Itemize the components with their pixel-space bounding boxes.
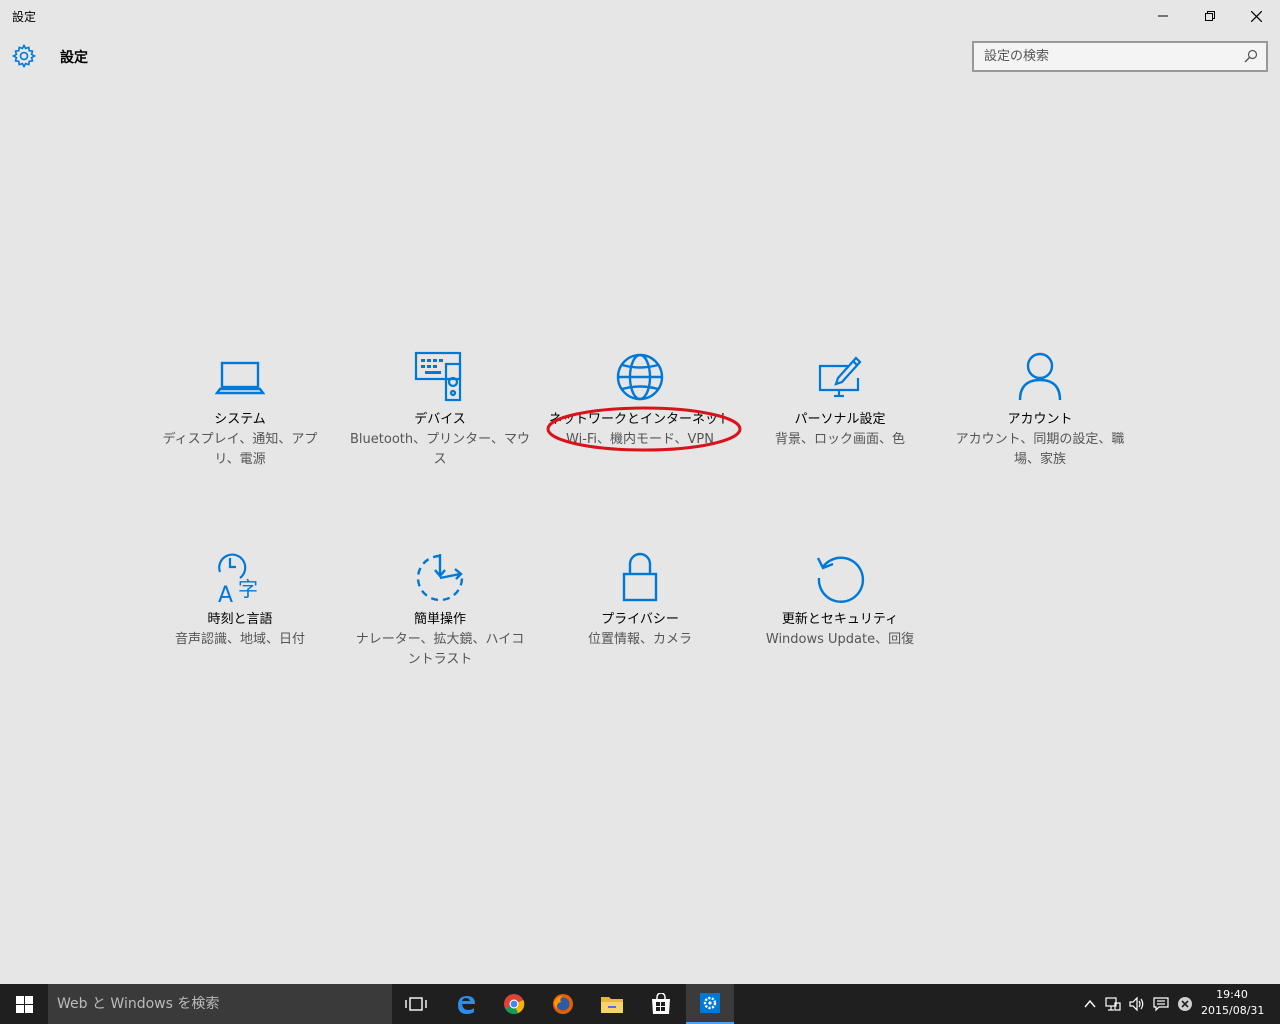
lock-icon bbox=[612, 550, 668, 606]
tile-desc: ナレーター、拡大鏡、ハイコントラスト bbox=[355, 632, 525, 667]
task-view-button[interactable] bbox=[392, 984, 440, 1024]
tile-name: システム bbox=[214, 412, 266, 427]
tile-desc: Windows Update、回復 bbox=[765, 632, 915, 647]
laptop-icon bbox=[212, 350, 268, 406]
start-button[interactable] bbox=[0, 984, 48, 1024]
tile-name: 時刻と言語 bbox=[207, 612, 273, 627]
person-icon bbox=[1012, 350, 1068, 406]
annotation-ellipse bbox=[546, 406, 742, 452]
title-bar: 設定 bbox=[0, 0, 1280, 32]
restore-button[interactable] bbox=[1186, 0, 1233, 32]
tile-ease-of-access[interactable]: 簡単操作 ナレーター、拡大鏡、ハイコントラスト bbox=[340, 550, 540, 670]
tile-desc: ディスプレイ、通知、アプリ、電源 bbox=[162, 432, 318, 467]
svg-text:A: A bbox=[218, 583, 233, 606]
tile-name: 更新とセキュリティ bbox=[781, 612, 899, 627]
tile-name: プライバシー bbox=[601, 612, 679, 627]
chrome-button[interactable] bbox=[490, 984, 538, 1024]
taskbar-search-input[interactable] bbox=[48, 984, 392, 1024]
tile-desc: 音声認識、地域、日付 bbox=[174, 632, 305, 647]
action-center-icon[interactable] bbox=[1153, 996, 1169, 1012]
settings-search[interactable] bbox=[972, 41, 1268, 72]
tile-desc: 背景、ロック画面、色 bbox=[774, 432, 905, 447]
close-button[interactable] bbox=[1233, 0, 1280, 32]
tile-desc: Bluetooth、プリンター、マウス bbox=[350, 432, 530, 467]
close-icon bbox=[1251, 10, 1262, 22]
time-language-icon: A字 bbox=[212, 550, 268, 606]
devices-icon bbox=[412, 350, 468, 406]
search-icon[interactable] bbox=[1244, 49, 1258, 63]
system-clock[interactable]: 19:40 2015/08/31 bbox=[1201, 987, 1265, 1019]
minimize-icon bbox=[1157, 15, 1168, 17]
window-title: 設定 bbox=[12, 10, 37, 24]
network-icon[interactable] bbox=[1105, 996, 1121, 1012]
tile-name: デバイス bbox=[414, 412, 466, 427]
tile-personalization[interactable]: パーソナル設定 背景、ロック画面、色 bbox=[740, 350, 940, 450]
firefox-button[interactable] bbox=[539, 984, 587, 1024]
tile-system[interactable]: システム ディスプレイ、通知、アプリ、電源 bbox=[140, 350, 340, 470]
personalization-icon bbox=[812, 350, 868, 406]
tile-privacy[interactable]: プライバシー 位置情報、カメラ bbox=[540, 550, 740, 650]
task-view-icon bbox=[405, 997, 427, 1011]
tile-time-language[interactable]: A字 時刻と言語 音声認識、地域、日付 bbox=[140, 550, 340, 650]
volume-icon[interactable] bbox=[1129, 996, 1145, 1012]
window-controls bbox=[1139, 0, 1280, 32]
restore-icon bbox=[1204, 11, 1215, 21]
minimize-button[interactable] bbox=[1139, 0, 1186, 32]
tile-desc: 位置情報、カメラ bbox=[587, 632, 692, 647]
tile-accounts[interactable]: アカウント アカウント、同期の設定、職場、家族 bbox=[940, 350, 1140, 470]
page-title: 設定 bbox=[60, 50, 88, 66]
file-explorer-button[interactable] bbox=[588, 984, 636, 1024]
search-input[interactable] bbox=[974, 43, 1234, 70]
gear-icon bbox=[12, 44, 36, 68]
firefox-icon bbox=[553, 994, 573, 1014]
settings-gear-icon bbox=[700, 993, 720, 1013]
close-circle-icon[interactable] bbox=[1177, 996, 1193, 1012]
tile-desc: アカウント、同期の設定、職場、家族 bbox=[955, 432, 1125, 467]
chrome-icon bbox=[504, 994, 525, 1015]
edge-button[interactable] bbox=[442, 984, 490, 1024]
taskbar: 19:40 2015/08/31 bbox=[0, 984, 1280, 1024]
tile-name: パーソナル設定 bbox=[794, 412, 886, 427]
tile-devices[interactable]: デバイス Bluetooth、プリンター、マウス bbox=[340, 350, 540, 470]
update-icon bbox=[812, 550, 868, 606]
clock-date: 2015/08/31 bbox=[1201, 1004, 1265, 1017]
clock-time: 19:40 bbox=[1216, 988, 1248, 1001]
taskbar-search[interactable] bbox=[48, 984, 392, 1024]
folder-icon bbox=[601, 997, 623, 1013]
tile-update-security[interactable]: 更新とセキュリティ Windows Update、回復 bbox=[740, 550, 940, 650]
tile-name: アカウント bbox=[1007, 412, 1073, 427]
ease-of-access-icon bbox=[412, 550, 468, 606]
tile-name: 簡単操作 bbox=[413, 612, 466, 627]
windows-logo-icon bbox=[15, 995, 33, 1013]
show-hidden-icons-icon[interactable] bbox=[1082, 996, 1098, 1012]
edge-icon bbox=[458, 996, 475, 1014]
globe-icon bbox=[612, 350, 668, 406]
store-icon bbox=[652, 993, 670, 1014]
settings-app-button[interactable] bbox=[686, 984, 734, 1024]
svg-text:字: 字 bbox=[238, 577, 258, 601]
store-button[interactable] bbox=[637, 984, 685, 1024]
